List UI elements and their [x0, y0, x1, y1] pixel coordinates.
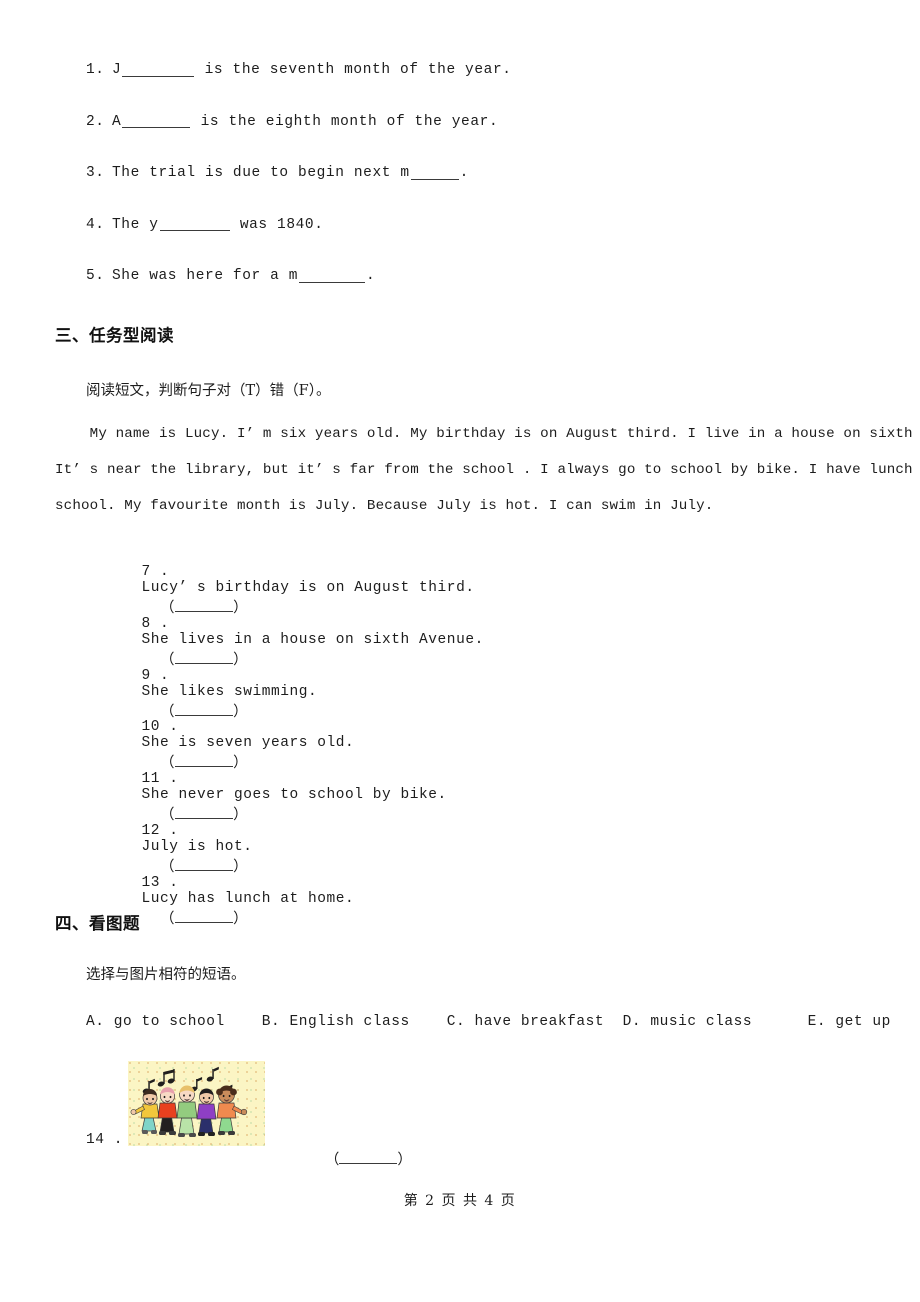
- child-figure: [176, 1085, 198, 1137]
- reading-passage: My name is Lucy. I’ m six years old. My …: [55, 426, 920, 534]
- question-text: She is seven years old.: [141, 735, 355, 752]
- section-four-instruction: 选择与图片相符的短语。: [86, 967, 246, 983]
- fill-in-blank-item: 2. A is the eighth month of the year.: [86, 114, 866, 166]
- item-text-before: The y: [112, 216, 159, 233]
- paren-open: （: [324, 1153, 340, 1169]
- item-text-after: .: [459, 165, 469, 181]
- music-note-icon: [206, 1066, 219, 1082]
- item-text-after: is the seventh month of the year.: [195, 62, 512, 78]
- item-number: 2.: [86, 113, 105, 130]
- answer-blank[interactable]: [122, 114, 191, 129]
- question-text: July is hot.: [141, 838, 253, 855]
- section-three-heading: 三、任务型阅读: [55, 326, 174, 345]
- answer-blank[interactable]: [175, 805, 234, 820]
- question-text: She never goes to school by bike.: [141, 787, 447, 804]
- question-text: She lives in a house on sixth Avenue.: [141, 631, 484, 648]
- answer-parenthesis: （）: [142, 653, 249, 669]
- item-number: 5.: [86, 268, 105, 284]
- item-number: 3.: [86, 165, 105, 181]
- answer-blank[interactable]: [122, 62, 195, 77]
- item-text-before: The trial is due to begin next m: [112, 165, 410, 181]
- choice-options-line: A. go to school B. English class C. have…: [86, 1014, 891, 1030]
- exam-page: 1. J is the seventh month of the year. 2…: [0, 0, 920, 1302]
- true-false-question-list: 7 . Lucy’ s birthday is on August third.…: [86, 548, 866, 928]
- passage-line: My name is Lucy. I’ m six years old. My …: [55, 426, 920, 442]
- answer-blank[interactable]: [175, 909, 234, 923]
- answer-parenthesis: （）: [142, 601, 249, 617]
- answer-blank[interactable]: [175, 753, 234, 768]
- answer-blank[interactable]: [175, 857, 234, 871]
- answer-parenthesis: （）: [142, 808, 249, 824]
- page-footer: 第 2 页 共 4 页: [403, 1193, 517, 1209]
- question-number: 13 .: [141, 874, 179, 891]
- question-number: 11 .: [141, 771, 179, 788]
- answer-parenthesis: （）: [142, 756, 249, 772]
- answer-blank[interactable]: [299, 268, 366, 283]
- picture-question-answer: （）: [290, 1132, 412, 1185]
- question-number: 7 .: [141, 564, 170, 580]
- question-number: 8 .: [141, 615, 170, 632]
- answer-blank[interactable]: [410, 165, 459, 180]
- child-figure: [196, 1088, 217, 1136]
- question-text: Lucy has lunch at home.: [141, 890, 355, 907]
- item-text-after: was 1840.: [230, 216, 324, 233]
- question-text: Lucy’ s birthday is on August third.: [141, 580, 475, 596]
- section-four-heading: 四、看图题: [55, 914, 140, 933]
- item-text-after: is the eighth month of the year.: [191, 113, 499, 130]
- fill-in-blank-item: 4. The y was 1840.: [86, 217, 866, 269]
- question-number: 9 .: [141, 667, 170, 684]
- question-text: She likes swimming.: [141, 683, 318, 700]
- fill-in-blank-item: 1. J is the seventh month of the year.: [86, 62, 866, 114]
- fill-in-blank-list: 1. J is the seventh month of the year. 2…: [86, 62, 866, 320]
- paren-close: ）: [397, 1153, 412, 1169]
- section-three-instruction: 阅读短文，判断句子对（T）错（F）。: [86, 383, 331, 399]
- passage-line: school. My favourite month is July. Beca…: [55, 498, 714, 514]
- child-figure: [216, 1085, 248, 1135]
- item-text-before: J: [112, 62, 122, 78]
- true-false-question: 7 . Lucy’ s birthday is on August third.…: [86, 548, 866, 617]
- item-text-before: A: [112, 113, 122, 130]
- answer-blank[interactable]: [159, 217, 230, 232]
- item-number: 1.: [86, 62, 105, 78]
- answer-parenthesis: （）: [142, 705, 249, 721]
- fill-in-blank-item: 5. She was here for a m.: [86, 268, 866, 320]
- answer-blank[interactable]: [175, 598, 234, 612]
- question-number: 10 .: [141, 719, 179, 736]
- child-figure: [130, 1089, 160, 1134]
- item-text-before: She was here for a m: [112, 268, 299, 284]
- picture-question-number: 14 .: [86, 1132, 124, 1148]
- answer-parenthesis: （）: [142, 860, 249, 876]
- fill-in-blank-item: 3. The trial is due to begin next m.: [86, 165, 866, 217]
- passage-line: It’ s near the library, but it’ s far fr…: [55, 462, 920, 478]
- question-number: 12 .: [141, 822, 179, 839]
- children-singing-illustration: [130, 1066, 248, 1137]
- answer-parenthesis: （）: [142, 912, 249, 928]
- music-note-icon: [157, 1069, 175, 1087]
- item-text-after: .: [366, 268, 376, 284]
- child-figure: [157, 1087, 178, 1135]
- answer-blank[interactable]: [175, 702, 234, 716]
- answer-blank[interactable]: [175, 650, 234, 664]
- item-number: 4.: [86, 216, 105, 233]
- music-class-clipart-image: [128, 1061, 265, 1146]
- answer-blank[interactable]: [339, 1150, 398, 1164]
